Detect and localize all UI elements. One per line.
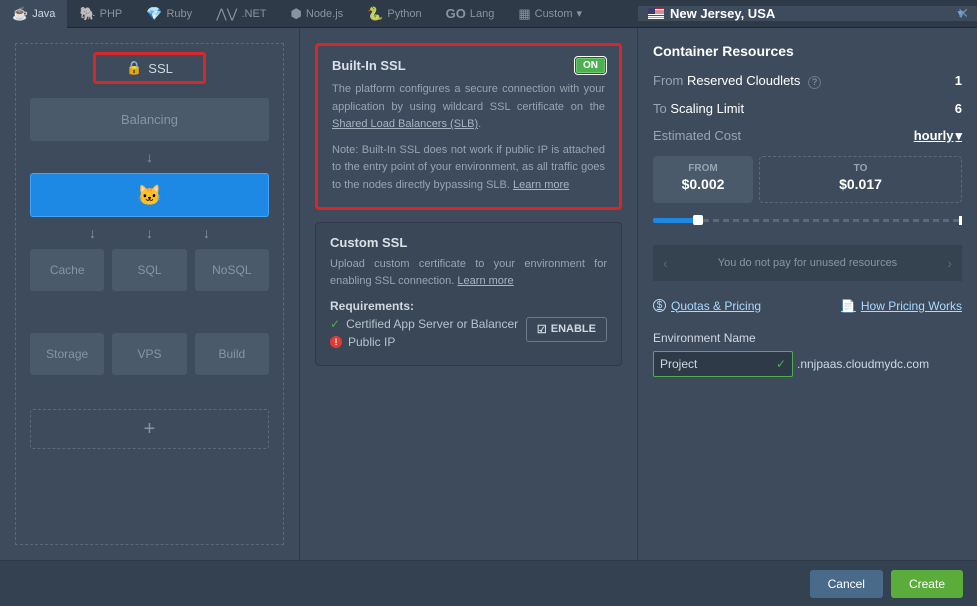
dollar-icon: $ <box>653 299 666 312</box>
tomcat-icon: 🐱 <box>137 183 162 208</box>
language-tabs: ☕Java 🐘PHP 💎Ruby ⋀⋁.NET ⬢Node.js 🐍Python… <box>0 0 977 28</box>
scaling-value: 6 <box>955 101 962 116</box>
requirements-label: Requirements: <box>330 299 607 313</box>
pricing-link[interactable]: 📄How Pricing Works <box>841 299 962 313</box>
ruby-icon: 💎 <box>146 6 162 22</box>
quotas-link[interactable]: $Quotas & Pricing <box>653 299 761 313</box>
req-publicip: !Public IP <box>330 335 526 349</box>
resources-title: Container Resources <box>653 43 962 59</box>
error-icon: ! <box>330 336 342 348</box>
tab-python[interactable]: 🐍Python <box>355 0 433 28</box>
builtin-ssl-panel: Built-In SSL ON The platform configures … <box>315 43 622 210</box>
chevron-left-icon[interactable]: ‹ <box>663 255 668 271</box>
ssl-on-badge[interactable]: ON <box>576 58 605 73</box>
chevron-down-icon: ▾ <box>577 7 583 20</box>
custom-ssl-panel: Custom SSL Upload custom certificate to … <box>315 222 622 366</box>
tab-php[interactable]: 🐘PHP <box>67 0 134 28</box>
enable-button[interactable]: ☑ENABLE <box>526 317 607 342</box>
lock-icon: 🔒 <box>126 60 142 76</box>
info-text: You do not pay for unused resources <box>718 257 897 269</box>
tab-ruby[interactable]: 💎Ruby <box>134 0 204 28</box>
python-icon: 🐍 <box>367 6 383 22</box>
cost-label: Estimated Cost <box>653 128 741 144</box>
arrow-down-icon: ↓ <box>146 225 153 241</box>
info-strip: ‹ You do not pay for unused resources › <box>653 245 962 281</box>
reserved-value: 1 <box>955 73 962 89</box>
app-server-button[interactable]: 🐱 <box>30 173 269 217</box>
check-icon: ☑ <box>537 323 547 336</box>
env-domain: .nnjpaas.cloudmydc.com <box>797 357 929 371</box>
cancel-button[interactable]: Cancel <box>810 570 883 598</box>
env-name-input[interactable]: Project✓ <box>653 351 793 377</box>
dotnet-icon: ⋀⋁ <box>216 6 237 22</box>
builtin-ssl-desc: The platform configures a secure connect… <box>332 81 605 134</box>
learn-more-link[interactable]: Learn more <box>513 179 569 191</box>
us-flag-icon <box>648 8 664 19</box>
tab-java[interactable]: ☕Java <box>0 0 67 28</box>
doc-icon: 📄 <box>841 299 856 313</box>
arrow-down-icon: ↓ <box>203 225 210 241</box>
java-icon: ☕ <box>12 6 28 22</box>
tab-nodejs[interactable]: ⬢Node.js <box>279 0 356 28</box>
tab-custom[interactable]: ▦Custom ▾ <box>506 0 594 28</box>
env-name-label: Environment Name <box>653 331 962 345</box>
check-icon: ✓ <box>776 357 786 371</box>
help-icon[interactable]: ? <box>808 76 821 89</box>
php-icon: 🐘 <box>79 6 95 22</box>
storage-button[interactable]: Storage <box>30 333 104 375</box>
price-to-box: TO$0.017 <box>759 156 962 203</box>
custom-icon: ▦ <box>518 6 530 22</box>
builtin-ssl-note: Note: Built-In SSL does not work if publ… <box>332 142 605 195</box>
nodejs-icon: ⬢ <box>291 6 302 22</box>
scaling-label: To Scaling Limit <box>653 101 744 116</box>
custom-ssl-desc: Upload custom certificate to your enviro… <box>330 256 607 291</box>
reserved-label: From Reserved Cloudlets ? <box>653 73 821 89</box>
vps-button[interactable]: VPS <box>112 333 186 375</box>
arrow-down-icon: ↓ <box>146 149 153 165</box>
req-appserver: ✓Certified App Server or Balancer <box>330 317 526 331</box>
ssl-button[interactable]: 🔒SSL <box>93 52 206 84</box>
region-selector[interactable]: New Jersey, USA ▼ <box>637 6 977 21</box>
tab-go[interactable]: GOLang <box>434 0 507 28</box>
close-icon[interactable]: ✕ <box>957 5 969 22</box>
cloudlet-slider[interactable] <box>653 213 962 229</box>
chevron-right-icon[interactable]: › <box>947 255 952 271</box>
arrow-down-icon: ↓ <box>89 225 96 241</box>
cost-period-toggle[interactable]: hourly ▾ <box>914 128 962 144</box>
sql-button[interactable]: SQL <box>112 249 186 291</box>
create-button[interactable]: Create <box>891 570 963 598</box>
check-icon: ✓ <box>330 317 340 331</box>
add-node-button[interactable]: + <box>30 409 269 449</box>
tab-dotnet[interactable]: ⋀⋁.NET <box>204 0 278 28</box>
go-icon: GO <box>446 6 466 21</box>
builtin-ssl-title: Built-In SSL <box>332 58 406 73</box>
balancing-button[interactable]: Balancing <box>30 98 269 141</box>
custom-ssl-title: Custom SSL <box>330 235 607 250</box>
slb-link[interactable]: Shared Load Balancers (SLB) <box>332 118 478 130</box>
build-button[interactable]: Build <box>195 333 269 375</box>
price-from-box: FROM$0.002 <box>653 156 753 203</box>
nosql-button[interactable]: NoSQL <box>195 249 269 291</box>
topology-panel: 🔒SSL Balancing ↓ 🐱 ↓ ↓ ↓ Cache SQL NoSQL S… <box>15 43 284 545</box>
learn-more-link[interactable]: Learn more <box>457 275 513 287</box>
cache-button[interactable]: Cache <box>30 249 104 291</box>
